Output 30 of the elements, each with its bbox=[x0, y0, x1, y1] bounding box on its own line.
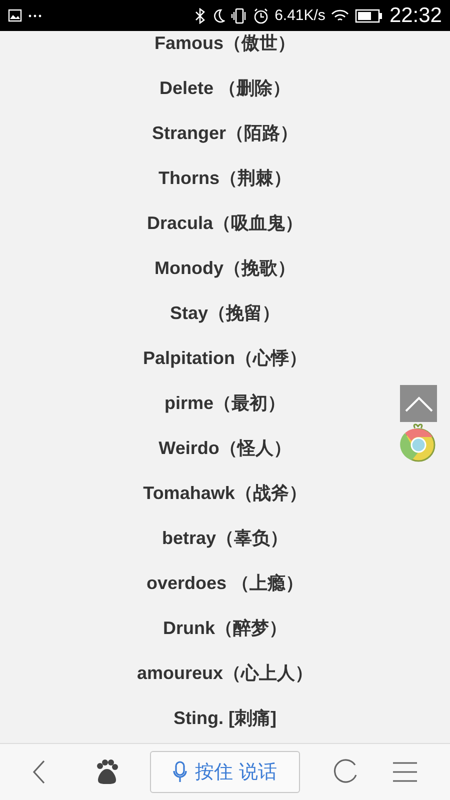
ball-icon[interactable] bbox=[400, 422, 437, 464]
clock-time: 22:32 bbox=[389, 4, 442, 28]
word-entry: Sting. [刺痛] bbox=[174, 707, 276, 730]
word-entry: overdoes （上瘾） bbox=[146, 572, 304, 595]
word-entry: Thorns（荆棘） bbox=[158, 167, 292, 190]
wifi-icon bbox=[331, 8, 350, 22]
alarm-icon bbox=[252, 8, 269, 24]
word-entry: betray（辜负） bbox=[162, 527, 288, 550]
word-entry: Monody（挽歌） bbox=[154, 257, 296, 280]
microphone-icon bbox=[172, 761, 187, 783]
word-entry: Delete （删除） bbox=[159, 77, 291, 100]
image-icon bbox=[8, 9, 22, 22]
vibrate-icon bbox=[230, 8, 247, 24]
bluetooth-icon bbox=[194, 8, 205, 24]
word-entry: Weirdo（怪人） bbox=[158, 437, 292, 460]
word-entry: pirme（最初） bbox=[164, 392, 286, 415]
word-entry: Drunk（醉梦） bbox=[162, 617, 287, 640]
chevron-up-icon bbox=[404, 394, 434, 412]
word-entry: Palpitation（心悸） bbox=[142, 347, 307, 370]
hold-to-talk-button[interactable]: 按住 说话 bbox=[150, 751, 300, 793]
word-entry: Dracula（吸血鬼） bbox=[146, 212, 304, 235]
word-entry: Stranger（陌路） bbox=[152, 122, 298, 145]
network-speed: 6.41K/s bbox=[274, 7, 326, 24]
word-entry: Stay（挽留） bbox=[170, 302, 280, 325]
battery-icon bbox=[355, 8, 384, 22]
word-entry: Famous（傲世） bbox=[154, 32, 296, 55]
more-icon bbox=[28, 14, 42, 18]
word-entry: Tomahawk（战斧） bbox=[143, 482, 307, 505]
word-entry: amoureux（心上人） bbox=[136, 662, 314, 685]
scroll-top-button[interactable] bbox=[400, 385, 437, 422]
